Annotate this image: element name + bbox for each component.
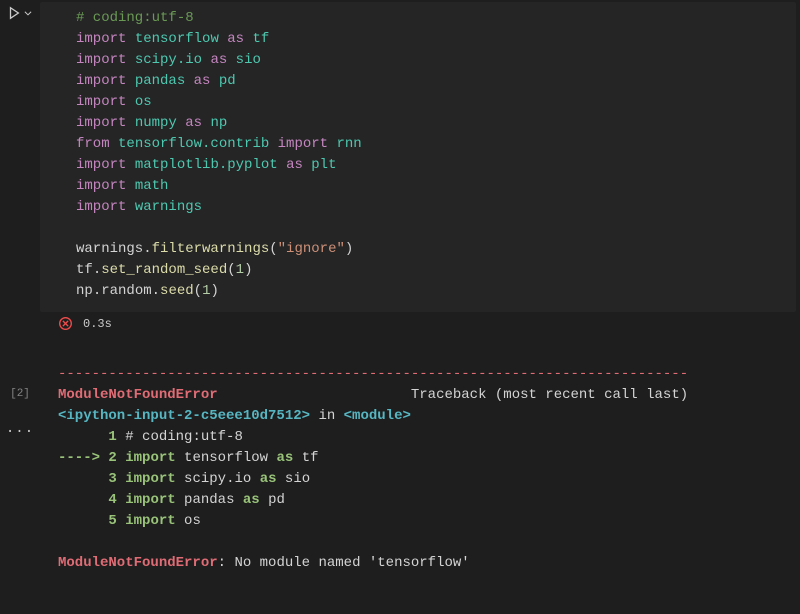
final-error-message: No module named 'tensorflow': [234, 555, 469, 571]
traceback-label: Traceback (most recent call last): [411, 387, 688, 403]
play-icon: [7, 6, 21, 20]
error-name: ModuleNotFoundError: [58, 387, 218, 403]
run-cell-button[interactable]: [7, 6, 33, 20]
main-area: # coding:utf-8 import tensorflow as tf i…: [40, 0, 800, 614]
ipython-input-ref: <ipython-input-2-c5eee10d7512>: [58, 408, 310, 424]
status-row: 0.3s: [40, 312, 800, 337]
error-arrow: ---->: [58, 450, 108, 466]
error-icon: [58, 316, 73, 331]
more-actions-button[interactable]: ···: [6, 424, 34, 440]
execution-count: [2]: [10, 388, 30, 400]
elapsed-time: 0.3s: [83, 317, 112, 331]
cell-gutter: [2] ···: [0, 0, 40, 614]
output-separator: ----------------------------------------…: [58, 366, 688, 382]
cell-output: ----------------------------------------…: [40, 337, 800, 603]
code-cell[interactable]: # coding:utf-8 import tensorflow as tf i…: [40, 2, 796, 312]
chevron-down-icon: [23, 8, 33, 18]
final-error-name: ModuleNotFoundError: [58, 555, 218, 571]
code-comment: # coding:utf-8: [76, 10, 194, 26]
